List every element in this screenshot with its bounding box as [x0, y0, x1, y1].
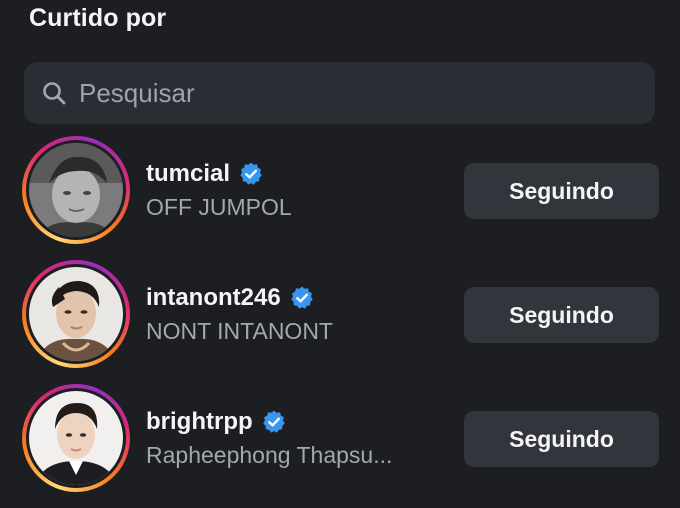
list-item-user-2[interactable]: intanont246 NONT INTANONT Seguindo — [0, 260, 680, 384]
search-bar[interactable] — [24, 62, 655, 124]
avatar-story-ring[interactable] — [22, 384, 130, 492]
list-item-user-1[interactable]: tumcial OFF JUMPOL Seguindo — [0, 136, 680, 260]
following-button[interactable]: Seguindo — [464, 163, 659, 219]
username[interactable]: brightrpp — [146, 408, 253, 436]
list-item-user-3[interactable]: brightrpp Rapheephong Thapsu... Seguindo — [0, 384, 680, 508]
username[interactable]: intanont246 — [146, 284, 281, 312]
search-icon — [41, 80, 67, 106]
full-name: NONT INTANONT — [146, 318, 333, 344]
avatar-story-ring[interactable] — [22, 136, 130, 244]
avatar-user-2 — [29, 267, 123, 361]
verified-badge-icon — [261, 409, 287, 435]
full-name: Rapheephong Thapsu... — [146, 442, 393, 468]
username[interactable]: tumcial — [146, 160, 230, 188]
avatar-user-1 — [29, 143, 123, 237]
following-button[interactable]: Seguindo — [464, 411, 659, 467]
full-name: OFF JUMPOL — [146, 194, 292, 220]
avatar-story-ring[interactable] — [22, 260, 130, 368]
search-input[interactable] — [79, 77, 619, 109]
verified-badge-icon — [238, 161, 264, 187]
following-button[interactable]: Seguindo — [464, 287, 659, 343]
verified-badge-icon — [289, 285, 315, 311]
avatar-user-3 — [29, 391, 123, 485]
page-title: Curtido por — [29, 4, 167, 32]
